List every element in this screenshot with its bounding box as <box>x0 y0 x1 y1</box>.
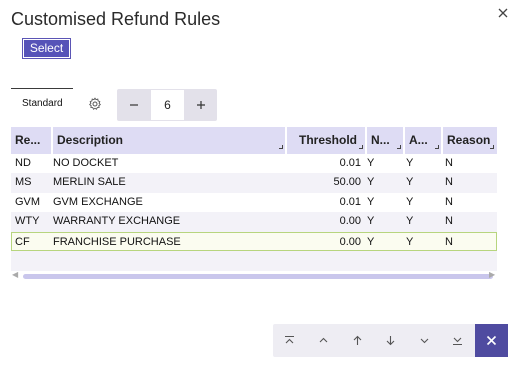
scrollbar-thumb[interactable] <box>23 274 493 279</box>
cell-reason: N <box>445 157 453 169</box>
cell-a: Y <box>406 157 414 169</box>
cell-reason: N <box>445 176 453 189</box>
cell-threshold: 0.00 <box>339 215 361 228</box>
last-page-icon[interactable] <box>441 324 474 357</box>
column-header-n[interactable]: N... <box>367 127 403 154</box>
cell-code: ND <box>15 157 31 169</box>
quantity-stepper: 6 <box>117 89 217 121</box>
up-icon[interactable] <box>341 324 374 357</box>
cell-n: Y <box>367 235 375 248</box>
cell-threshold: 0.01 <box>339 157 361 169</box>
gear-icon[interactable] <box>88 97 102 111</box>
table-row[interactable]: WTY WARRANTY EXCHANGE 0.00 Y Y N <box>11 212 497 232</box>
table-row[interactable]: ND NO DOCKET 0.01 Y Y N <box>11 154 497 173</box>
scroll-right-icon[interactable]: ▶ <box>489 270 495 279</box>
cell-a: Y <box>406 195 414 208</box>
record-navigation-bar <box>273 324 508 357</box>
table-row[interactable]: GVM GVM EXCHANGE 0.01 Y Y N <box>11 193 497 212</box>
cell-a: Y <box>406 176 414 189</box>
next-page-icon[interactable] <box>408 324 441 357</box>
cell-description: FRANCHISE PURCHASE <box>53 235 181 248</box>
cell-threshold: 50.00 <box>333 176 361 189</box>
cell-reason: N <box>445 235 453 248</box>
column-header-reason[interactable]: Reason <box>443 127 497 154</box>
plus-icon[interactable] <box>184 89 217 121</box>
column-header-code[interactable]: Re... <box>11 127 51 154</box>
cell-threshold: 0.00 <box>339 235 361 248</box>
cell-n: Y <box>367 195 375 208</box>
table-empty-row <box>11 250 497 271</box>
tab-standard[interactable]: Standard <box>11 88 73 119</box>
cell-a: Y <box>406 215 414 228</box>
select-button-label: Select <box>24 40 69 57</box>
column-header-threshold[interactable]: Threshold <box>287 127 365 154</box>
previous-page-icon[interactable] <box>307 324 340 357</box>
refund-rules-table: Re... Description Threshold N... A... Re… <box>11 127 497 271</box>
cell-n: Y <box>367 215 375 228</box>
cell-description: MERLIN SALE <box>53 176 126 189</box>
horizontal-scrollbar[interactable]: ◀ ▶ <box>11 270 497 280</box>
dialog-title: Customised Refund Rules <box>11 9 221 29</box>
cell-description: WARRANTY EXCHANGE <box>53 215 181 228</box>
close-icon[interactable] <box>496 7 510 21</box>
cell-threshold: 0.01 <box>339 195 361 208</box>
table-row[interactable]: MS MERLIN SALE 50.00 Y Y N <box>11 173 497 193</box>
cell-code: WTY <box>15 215 40 228</box>
close-icon[interactable] <box>475 324 508 357</box>
table-row-selected[interactable]: CF FRANCHISE PURCHASE 0.00 Y Y N <box>11 231 497 251</box>
cell-code: GVM <box>15 195 41 208</box>
column-header-a[interactable]: A... <box>405 127 441 154</box>
stepper-value[interactable]: 6 <box>151 90 184 120</box>
select-button[interactable]: Select <box>22 38 71 59</box>
minus-icon[interactable] <box>117 89 150 121</box>
cell-reason: N <box>445 195 453 208</box>
cell-a: Y <box>406 235 414 248</box>
cell-code: CF <box>15 235 30 248</box>
cell-code: MS <box>15 176 32 189</box>
cell-n: Y <box>367 176 375 189</box>
column-header-description[interactable]: Description <box>53 127 285 154</box>
cell-reason: N <box>445 215 453 228</box>
table-header: Re... Description Threshold N... A... Re… <box>11 127 497 154</box>
cell-n: Y <box>367 157 375 169</box>
scroll-left-icon[interactable]: ◀ <box>12 270 18 279</box>
cell-description: NO DOCKET <box>53 157 119 169</box>
first-page-icon[interactable] <box>273 324 306 357</box>
cell-description: GVM EXCHANGE <box>53 195 143 208</box>
down-icon[interactable] <box>374 324 407 357</box>
